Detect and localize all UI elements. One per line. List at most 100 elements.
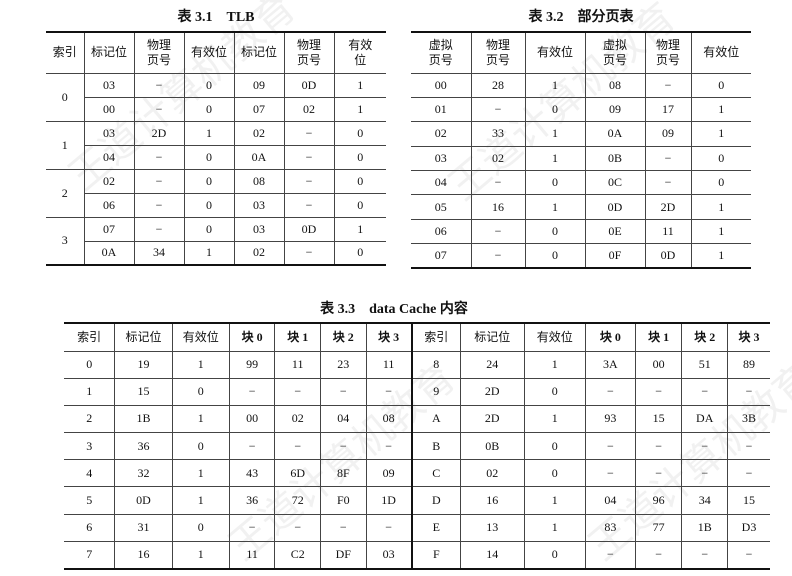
tlb-cell: −	[283, 240, 335, 266]
page-table-cell: 11	[644, 218, 692, 245]
tlb-cell: −	[133, 216, 185, 242]
tlb-cell: 03	[83, 72, 135, 98]
cache-cell: −	[228, 432, 276, 461]
tlb-cell: 08	[233, 168, 285, 194]
cache-cell: 36	[228, 486, 276, 515]
cache-header-cell: 块 3	[727, 322, 770, 352]
tlb-row: 1 03 2D 1 02−0	[46, 120, 386, 170]
page-table-cell: 02	[470, 145, 526, 172]
cache-header-cell: 有效位	[523, 322, 586, 352]
tlb-cell: 07	[233, 96, 285, 122]
cache-cell: −	[274, 377, 321, 406]
cache-cell: 99	[228, 350, 276, 379]
cache-cell: −	[274, 513, 321, 542]
cache-cell: 1	[64, 377, 116, 406]
page-table-cell: 0	[524, 218, 586, 245]
cache-row: 3 36 0− − − − B 0B 0− − − −	[64, 432, 770, 461]
tlb-header-text: 页号	[296, 52, 321, 67]
cache-cell: −	[727, 459, 770, 488]
cache-cell: 08	[365, 404, 413, 434]
cache-cell: 2D	[459, 377, 525, 406]
cache-cell: F0	[320, 486, 367, 515]
tlb-header-text: 有效位	[190, 45, 227, 60]
page-table-header-cell: 有效位	[690, 31, 751, 74]
cache-cell: E	[410, 513, 461, 542]
page-table-cell: 0	[524, 96, 586, 123]
page-table-cell: 1	[524, 121, 586, 147]
cache-cell: 8F	[320, 459, 367, 488]
page-table-cell: 02	[411, 121, 472, 147]
page-table-cell: 1	[524, 194, 586, 220]
cache-cell: 0B	[459, 432, 525, 461]
cache-row: 2 1B 1 00 02 04 08 A 2D 1 93 15 DA 3B	[64, 404, 770, 434]
cache-header-cell: 标记位	[459, 322, 525, 352]
tlb-cell: 07	[83, 216, 135, 242]
tlb-cell: −	[133, 96, 185, 122]
tlb-cell: 02	[233, 240, 285, 266]
cache-cell: 03	[365, 540, 413, 570]
page-table-cell: 17	[644, 96, 692, 123]
page-table-cell: 06	[411, 218, 472, 245]
tlb-cell: 0	[183, 216, 235, 242]
cache-cell: 7	[64, 540, 116, 570]
tlb-cell: 0D	[283, 216, 335, 242]
page-table-header-text: 页号	[655, 52, 680, 67]
page-table-cell: 0E	[584, 218, 646, 245]
cache-header-cell: 块 2	[681, 322, 728, 352]
cache-cell: −	[320, 513, 367, 542]
cache-cell: 1B	[681, 513, 728, 542]
cache-cell: −	[320, 377, 367, 406]
cache-cell: 3A	[584, 350, 636, 379]
cache-cell: −	[681, 540, 728, 570]
cache-cell: 4	[64, 459, 116, 488]
cache-cell: 36	[114, 432, 173, 461]
page-table-row: 06−0 0E 11 1	[411, 218, 751, 245]
page-table-cell: 0B	[584, 145, 646, 172]
tlb-index-cell: 3	[46, 216, 85, 266]
page-table-cell: 09	[584, 96, 646, 123]
cache-cell: −	[681, 432, 728, 461]
page-table-cell: 0F	[584, 243, 646, 270]
cache-cell: 2	[64, 404, 116, 434]
cache-cell: −	[584, 540, 636, 570]
cache-cell: 14	[459, 540, 525, 570]
cache-cell: −	[584, 432, 636, 461]
tlb-cell: 0A	[83, 240, 135, 266]
cache-cell: 16	[459, 486, 525, 515]
page-table-cell: −	[470, 170, 526, 196]
tlb-cell: 34	[133, 240, 185, 266]
tlb-row: 0 03−0 09 0D 1	[46, 72, 386, 122]
page-table-cell: −	[470, 218, 526, 245]
page-table-cell: 1	[690, 218, 751, 245]
cache-cell: 1B	[114, 404, 173, 434]
tlb-caption: 表 3.1 TLB	[177, 10, 255, 25]
cache-cell: 04	[584, 486, 636, 515]
cache-header-cell: 块 3	[365, 322, 413, 352]
cache-cell: 15	[114, 377, 173, 406]
tlb-header-cell: 有效位	[333, 31, 386, 74]
cache-header-cell: 标记位	[114, 322, 173, 352]
tlb-header-cell: 标记位	[83, 31, 135, 74]
cache-header-cell: 块 2	[320, 322, 367, 352]
tlb-row: 00−0 07 02 1	[46, 96, 386, 122]
cache-cell: 1	[171, 540, 230, 570]
cache-row: 7 16 1 11 C2 DF 03 F 14 0− − − −	[64, 540, 770, 570]
page-table-cell: 0	[690, 170, 751, 196]
tlb-header-cell: 物理 页号	[283, 31, 335, 74]
cache-cell: 11	[274, 350, 321, 379]
cache-row: 6 31 0− − − − E 13 1 83 77 1B D3	[64, 513, 770, 542]
tlb-header-text: 位	[354, 52, 367, 67]
page-table-cell: 1	[690, 194, 751, 220]
tlb-header-text: 标记位	[90, 45, 127, 60]
cache-cell: 0D	[114, 486, 173, 515]
cache-cell: 00	[634, 350, 683, 379]
cache-header-cell: 块 1	[634, 322, 683, 352]
cache-cell: 1	[523, 350, 586, 379]
page-table-header-cell: 物理 页号	[644, 31, 692, 74]
cache-cell: 96	[634, 486, 683, 515]
cache-header-cell: 块 0	[584, 322, 636, 352]
tlb-cell: −	[133, 192, 185, 218]
tlb-cell: 03	[233, 216, 285, 242]
page-table-cell: 1	[690, 121, 751, 147]
page-table-row: 07−0 0F 0D 1	[411, 243, 751, 270]
